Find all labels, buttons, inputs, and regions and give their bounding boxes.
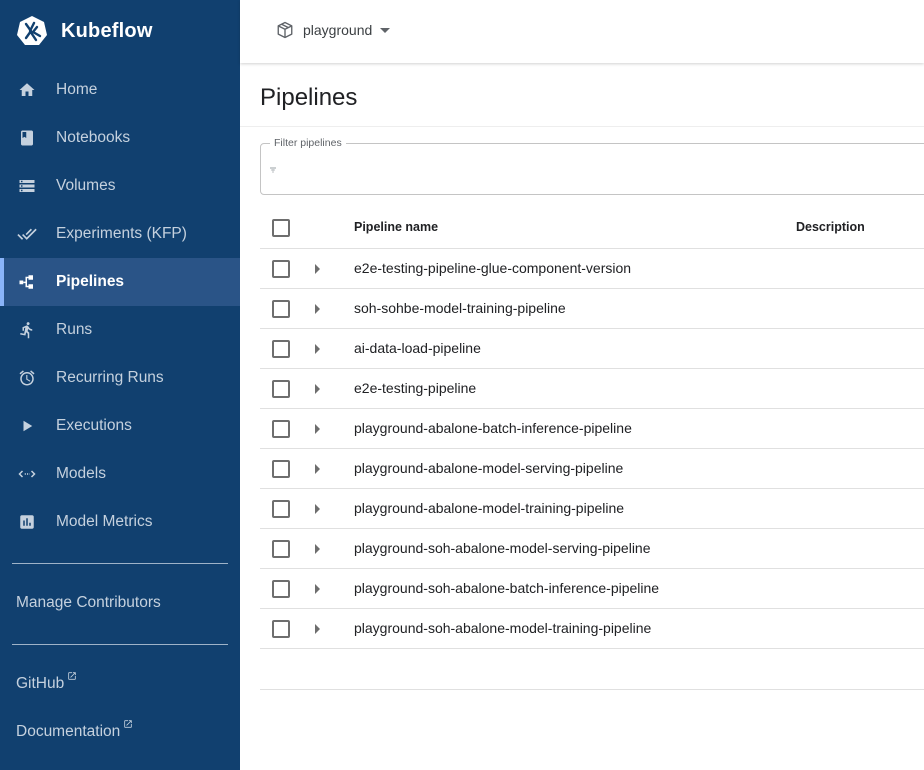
- pipeline-name-link[interactable]: playground-soh-abalone-model-training-pi…: [354, 620, 651, 636]
- row-checkbox[interactable]: [272, 540, 290, 558]
- sidebar-item-runs[interactable]: Runs: [0, 306, 240, 354]
- kubeflow-logo-icon: [17, 16, 47, 45]
- expand-row-icon[interactable]: [312, 503, 324, 515]
- pipeline-icon: [17, 272, 37, 292]
- sidebar-item-label: Models: [56, 465, 106, 482]
- sidebar: Kubeflow Home Notebooks Volumes Experime…: [0, 0, 240, 770]
- external-link-icon: [68, 672, 76, 680]
- sidebar-item-label: Model Metrics: [56, 513, 153, 530]
- row-checkbox[interactable]: [272, 500, 290, 518]
- sidebar-item-pipelines[interactable]: Pipelines: [0, 258, 240, 306]
- table-row[interactable]: e2e-testing-pipeline: [260, 369, 924, 409]
- table-row[interactable]: playground-soh-abalone-model-training-pi…: [260, 609, 924, 649]
- pipeline-name-link[interactable]: playground-soh-abalone-model-serving-pip…: [354, 540, 651, 556]
- bar-chart-icon: [17, 512, 37, 532]
- sidebar-item-model-metrics[interactable]: Model Metrics: [0, 498, 240, 546]
- alarm-icon: [17, 368, 37, 388]
- sidebar-item-label: Experiments (KFP): [56, 225, 187, 242]
- expand-row-icon[interactable]: [312, 263, 324, 275]
- sidebar-item-recurring-runs[interactable]: Recurring Runs: [0, 354, 240, 402]
- table-row[interactable]: playground-abalone-model-serving-pipelin…: [260, 449, 924, 489]
- filter-pipelines-input[interactable]: Filter pipelines: [260, 137, 924, 195]
- expand-row-icon[interactable]: [312, 383, 324, 395]
- row-checkbox[interactable]: [272, 420, 290, 438]
- external-link-icon: [124, 720, 133, 728]
- table-row[interactable]: playground-abalone-model-training-pipeli…: [260, 489, 924, 529]
- table-row[interactable]: soh-sohbe-model-training-pipeline: [260, 289, 924, 329]
- done-all-icon: [17, 224, 37, 244]
- expand-row-icon[interactable]: [312, 343, 324, 355]
- table-row[interactable]: e2e-testing-pipeline-glue-component-vers…: [260, 249, 924, 289]
- row-checkbox[interactable]: [272, 580, 290, 598]
- documentation-link-label: Documentation: [16, 723, 121, 740]
- row-checkbox[interactable]: [272, 300, 290, 318]
- row-checkbox[interactable]: [272, 620, 290, 638]
- pipeline-name-link[interactable]: playground-abalone-model-training-pipeli…: [354, 500, 624, 516]
- sidebar-item-label: Pipelines: [56, 273, 125, 290]
- pipeline-name-link[interactable]: playground-abalone-batch-inference-pipel…: [354, 420, 632, 436]
- table-footer-divider: [260, 689, 924, 690]
- cube-icon: [277, 21, 293, 39]
- expand-row-icon[interactable]: [312, 303, 324, 315]
- book-icon: [17, 128, 37, 148]
- chevron-down-icon: [380, 27, 391, 33]
- sidebar-item-label: Executions: [56, 417, 132, 434]
- row-checkbox[interactable]: [272, 260, 290, 278]
- sidebar-item-label: Recurring Runs: [56, 369, 164, 386]
- documentation-link[interactable]: Documentation: [16, 720, 133, 741]
- row-checkbox[interactable]: [272, 380, 290, 398]
- select-all-checkbox[interactable]: [272, 219, 290, 237]
- filter-icon: [270, 167, 276, 173]
- page-title: Pipelines: [260, 84, 358, 111]
- expand-row-icon[interactable]: [312, 543, 324, 555]
- sidebar-item-executions[interactable]: Executions: [0, 402, 240, 450]
- manage-contributors-link[interactable]: Manage Contributors: [16, 594, 161, 612]
- expand-row-icon[interactable]: [312, 623, 324, 635]
- table-row[interactable]: playground-soh-abalone-batch-inference-p…: [260, 569, 924, 609]
- sidebar-item-volumes[interactable]: Volumes: [0, 162, 240, 210]
- pipeline-name-link[interactable]: e2e-testing-pipeline-glue-component-vers…: [354, 260, 631, 276]
- column-header-description[interactable]: Description: [796, 220, 865, 234]
- sidebar-divider: [12, 644, 228, 645]
- sidebar-item-label: Notebooks: [56, 129, 131, 146]
- github-link[interactable]: GitHub: [16, 672, 77, 693]
- table-row[interactable]: ai-data-load-pipeline: [260, 329, 924, 369]
- sidebar-item-notebooks[interactable]: Notebooks: [0, 114, 240, 162]
- namespace-name: playground: [303, 22, 373, 38]
- table-row[interactable]: playground-abalone-batch-inference-pipel…: [260, 409, 924, 449]
- filter-label: Filter pipelines: [270, 137, 346, 149]
- table-header: Pipeline name Description: [260, 206, 924, 249]
- pipeline-name-link[interactable]: ai-data-load-pipeline: [354, 340, 481, 356]
- namespace-selector[interactable]: playground: [276, 21, 391, 39]
- expand-row-icon[interactable]: [312, 423, 324, 435]
- pipeline-name-link[interactable]: playground-soh-abalone-batch-inference-p…: [354, 580, 659, 596]
- top-bar: playground: [240, 0, 924, 63]
- sidebar-item-label: Volumes: [56, 177, 116, 194]
- pipeline-name-link[interactable]: e2e-testing-pipeline: [354, 380, 476, 396]
- sidebar-item-home[interactable]: Home: [0, 66, 240, 114]
- table-row[interactable]: playground-soh-abalone-model-serving-pip…: [260, 529, 924, 569]
- code-arrows-icon: [17, 464, 37, 484]
- sidebar-item-models[interactable]: Models: [0, 450, 240, 498]
- expand-row-icon[interactable]: [312, 463, 324, 475]
- column-header-pipeline-name[interactable]: Pipeline name: [354, 220, 438, 234]
- title-divider: [240, 126, 924, 127]
- row-checkbox[interactable]: [272, 460, 290, 478]
- sidebar-item-experiments[interactable]: Experiments (KFP): [0, 210, 240, 258]
- expand-row-icon[interactable]: [312, 583, 324, 595]
- pipeline-name-link[interactable]: soh-sohbe-model-training-pipeline: [354, 300, 566, 316]
- home-icon: [17, 80, 37, 100]
- sidebar-item-label: Runs: [56, 321, 93, 338]
- github-link-label: GitHub: [16, 675, 65, 692]
- storage-icon: [17, 176, 37, 196]
- sidebar-divider: [12, 563, 228, 564]
- run-icon: [17, 320, 37, 340]
- play-icon: [17, 416, 37, 436]
- brand[interactable]: Kubeflow: [16, 14, 153, 48]
- row-checkbox[interactable]: [272, 340, 290, 358]
- pipeline-name-link[interactable]: playground-abalone-model-serving-pipelin…: [354, 460, 623, 476]
- sidebar-item-label: Home: [56, 81, 98, 98]
- brand-name: Kubeflow: [61, 19, 153, 42]
